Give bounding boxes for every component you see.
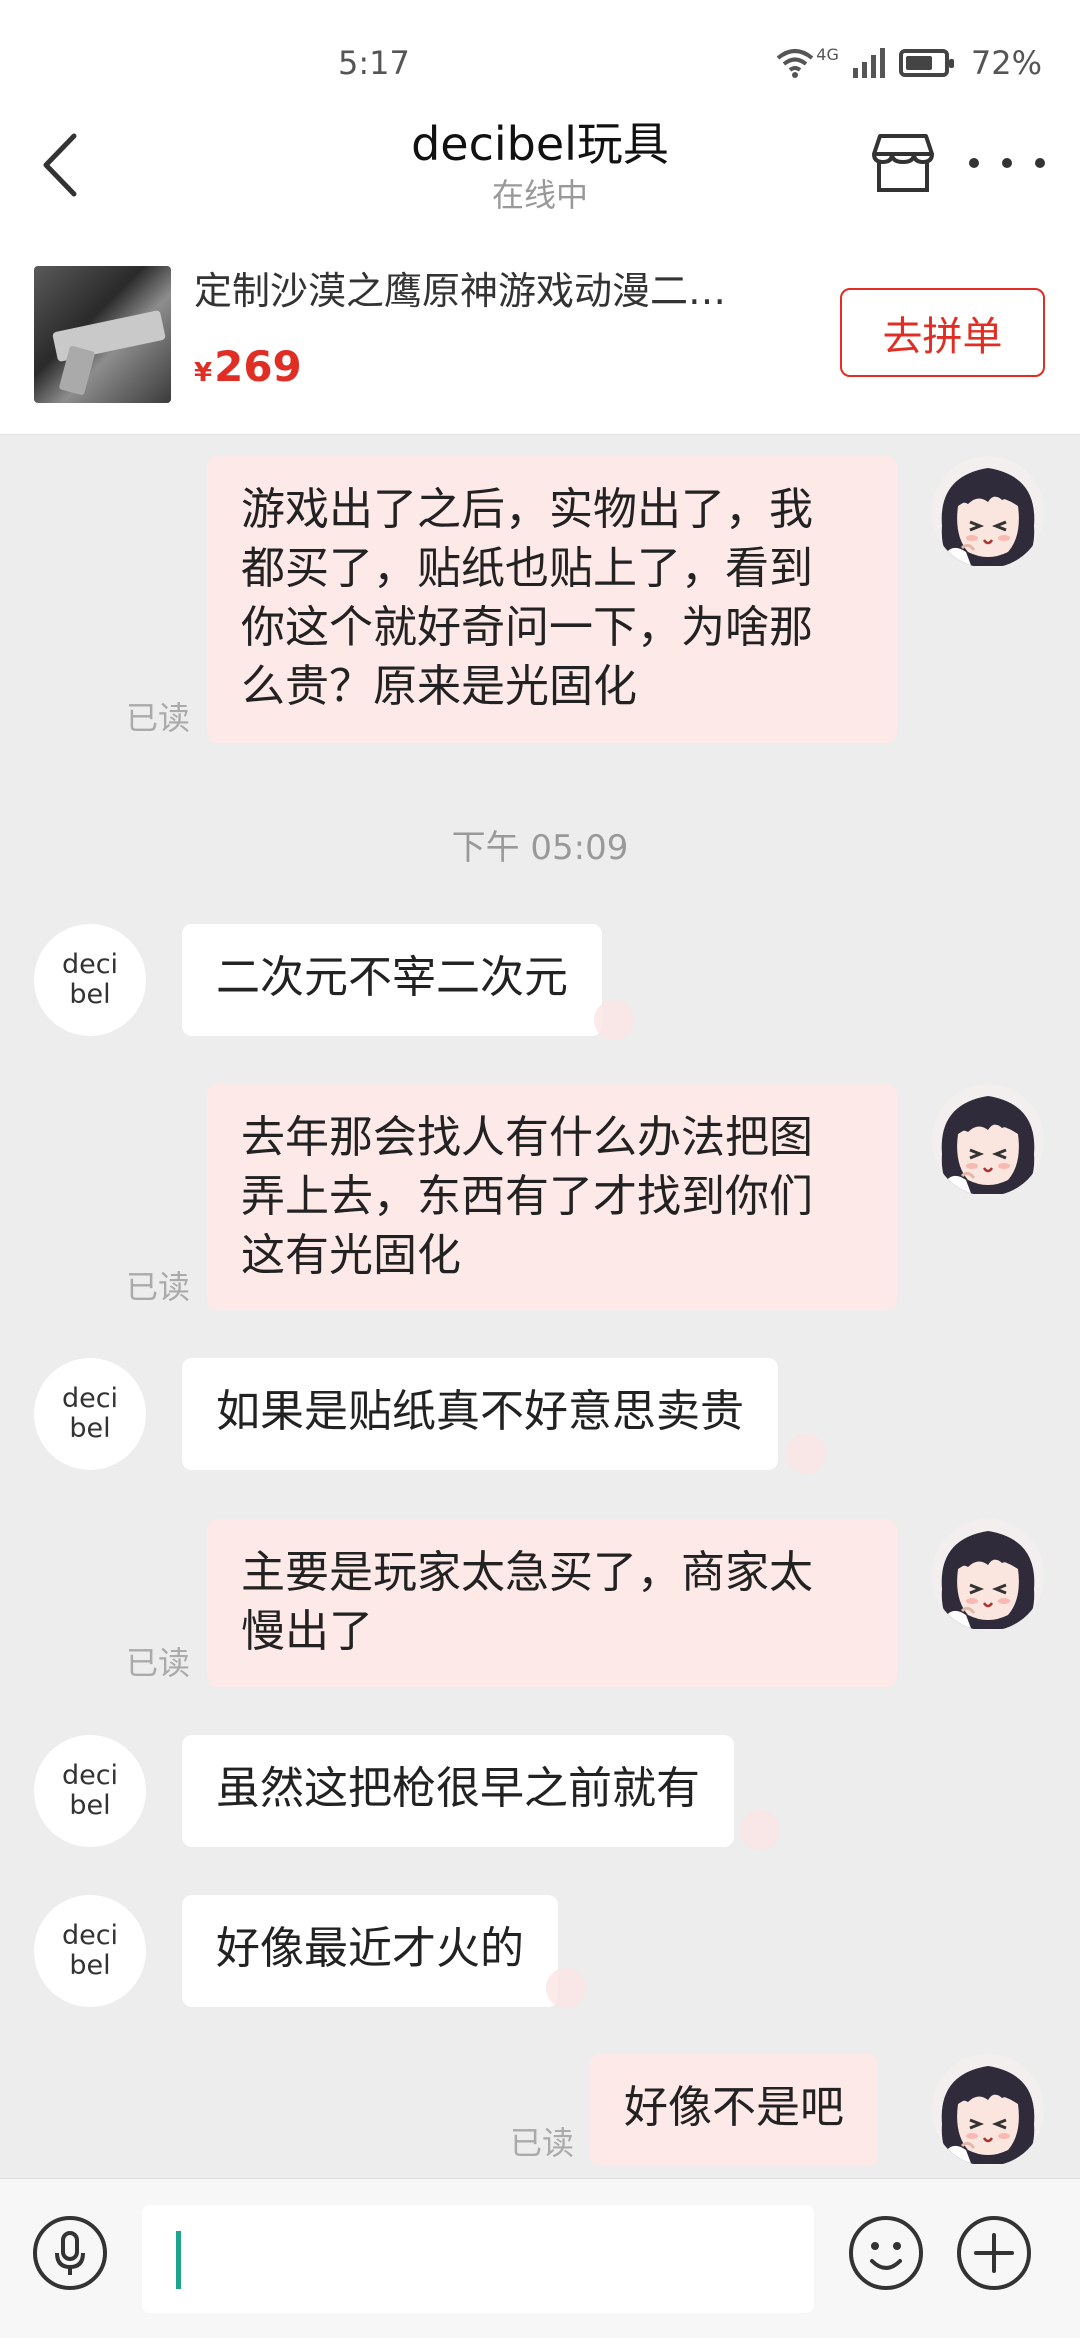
message-text: 如果是贴纸真不好意思卖贵 (216, 1386, 744, 1437)
battery-level (905, 56, 932, 70)
more-options-icon[interactable] (962, 130, 1052, 196)
read-receipt: 已读 (126, 1644, 191, 1682)
microphone-icon[interactable] (32, 2215, 108, 2291)
read-receipt: 已读 (510, 2124, 575, 2162)
avatar-text: deci bel (61, 949, 119, 1010)
message-text: 去年那会找人有什么办法把图 弄上去，东西有了才找到你们 这有光固化 (241, 1112, 813, 1281)
message-text: 游戏出了之后，实物出了，我 都买了，贴纸也贴上了，看到 你这个就好奇问一下，为啥… (241, 484, 813, 712)
store-icon[interactable] (870, 130, 936, 196)
my-avatar[interactable] (932, 456, 1044, 568)
pdd-watermark-icon (546, 1968, 586, 2008)
shop-avatar[interactable]: deci bel (34, 1735, 146, 1847)
avatar-image (932, 2054, 1044, 2166)
message-text: 虽然这把枪很早之前就有 (216, 1763, 700, 1814)
pdd-watermark-icon (740, 1810, 780, 1850)
pdd-watermark-icon (594, 1000, 634, 1040)
status-bar: 5:17 4G 72% (0, 0, 1080, 100)
product-title[interactable]: 定制沙漠之鹰原神游戏动漫二… (194, 260, 794, 315)
my-avatar[interactable] (932, 1084, 1044, 1196)
timestamp: 下午 05:09 (451, 828, 629, 868)
read-receipt: 已读 (126, 1268, 191, 1306)
currency-symbol: ¥ (194, 358, 213, 388)
pdd-watermark-icon (786, 1434, 826, 1474)
message-bubble-incoming[interactable]: 如果是贴纸真不好意思卖贵 (182, 1358, 778, 1470)
message-bubble-outgoing[interactable]: 好像不是吧 (590, 2054, 878, 2166)
network-type-label: 4G (816, 44, 839, 64)
message-bubble-outgoing[interactable]: 主要是玩家太急买了，商家太 慢出了 (207, 1519, 897, 1687)
message-text: 二次元不宰二次元 (216, 952, 568, 1003)
avatar-image (932, 1084, 1044, 1196)
avatar-text: deci bel (61, 1383, 119, 1444)
battery-percent: 72% (970, 44, 1042, 82)
status-time: 5:17 (338, 44, 410, 82)
chat-header: decibel玩具 在线中 (0, 100, 1080, 240)
read-receipt: 已读 (126, 699, 191, 737)
product-price: ¥269 (194, 342, 302, 391)
my-avatar[interactable] (932, 1519, 1044, 1631)
signal-icon (852, 48, 885, 78)
shop-avatar[interactable]: deci bel (34, 1358, 146, 1470)
wifi-icon (777, 49, 814, 78)
message-bubble-incoming[interactable]: 好像最近才火的 (182, 1895, 558, 2007)
message-text: 主要是玩家太急买了，商家太 慢出了 (241, 1547, 813, 1657)
input-bar (0, 2178, 1080, 2338)
avatar-text: deci bel (61, 1920, 119, 1981)
shop-avatar[interactable]: deci bel (34, 924, 146, 1036)
message-bubble-outgoing[interactable]: 游戏出了之后，实物出了，我 都买了，贴纸也贴上了，看到 你这个就好奇问一下，为啥… (207, 456, 897, 743)
product-image[interactable] (34, 266, 171, 403)
message-bubble-incoming[interactable]: 虽然这把枪很早之前就有 (182, 1735, 734, 1847)
battery-icon (898, 49, 954, 77)
message-bubble-outgoing[interactable]: 去年那会找人有什么办法把图 弄上去，东西有了才找到你们 这有光固化 (207, 1084, 897, 1310)
join-group-buy-button[interactable]: 去拼单 (840, 288, 1045, 377)
shop-avatar[interactable]: deci bel (34, 1895, 146, 2007)
text-caret (176, 2231, 181, 2289)
emoji-icon[interactable] (848, 2215, 924, 2291)
avatar-image (932, 1519, 1044, 1631)
message-text: 好像最近才火的 (216, 1923, 524, 1974)
message-bubble-incoming[interactable]: 二次元不宰二次元 (182, 924, 602, 1036)
price-value: 269 (214, 342, 302, 391)
status-icons: 4G 72% (776, 44, 1042, 82)
avatar-text: deci bel (61, 1760, 119, 1821)
my-avatar[interactable] (932, 2054, 1044, 2166)
message-input[interactable] (142, 2205, 814, 2313)
avatar-image (932, 456, 1044, 568)
product-card[interactable]: 定制沙漠之鹰原神游戏动漫二… ¥269 去拼单 (0, 240, 1080, 435)
plus-icon[interactable] (956, 2215, 1032, 2291)
message-text: 好像不是吧 (624, 2082, 844, 2133)
